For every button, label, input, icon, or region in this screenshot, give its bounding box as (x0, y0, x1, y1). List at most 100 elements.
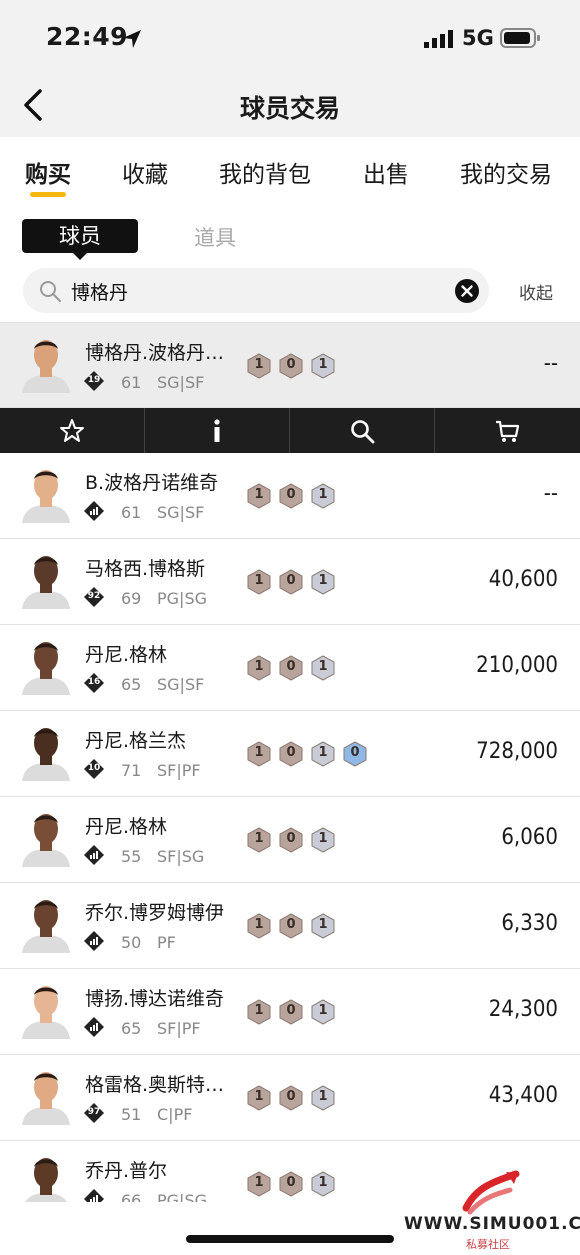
player-name: 乔丹.普尔 (85, 1160, 168, 1182)
tab-backpack[interactable]: 我的背包 (219, 155, 311, 189)
stats-badge-icon (84, 845, 104, 865)
jersey-number: 10 (87, 763, 101, 773)
card-chip-value: 1 (318, 1089, 328, 1104)
player-name: 乔尔.博罗姆博伊 (85, 902, 225, 924)
subtab-players[interactable]: 球员 (22, 219, 138, 260)
card-chip: 1 (310, 999, 336, 1025)
card-chip: 1 (246, 1085, 272, 1111)
player-overall: 69 (121, 589, 142, 608)
player-row[interactable]: 博格丹.波格丹诺维奇 19 61 SG|SF 1 0 1 -- (0, 322, 580, 408)
row-action-bar (0, 408, 580, 453)
watermark-subtext: 私募社区 (466, 1238, 510, 1251)
player-name: 博格丹.波格丹诺维奇 (85, 342, 240, 364)
player-price: -- (543, 481, 558, 506)
player-price: 210,000 (476, 653, 558, 678)
player-name: 马格西.博格斯 (85, 558, 206, 580)
signal-icon (424, 30, 453, 48)
player-position: SF|PF (157, 1019, 201, 1038)
stats-badge-icon (84, 931, 104, 951)
player-price: 6,330 (501, 911, 558, 936)
jersey-badge-icon: 10 (84, 759, 104, 779)
card-chip: 1 (246, 569, 272, 595)
player-position: PF (157, 933, 176, 952)
star-icon (60, 419, 84, 442)
card-chip-value: 1 (318, 831, 328, 846)
card-chip: 0 (278, 741, 304, 767)
card-chip: 1 (310, 1085, 336, 1111)
subtab-items[interactable]: 道具 (194, 222, 236, 252)
player-row[interactable]: 乔尔.博罗姆博伊 50 PF 1 0 1 6,330 (0, 883, 580, 969)
player-row[interactable]: 马格西.博格斯 92 69 PG|SG 1 0 1 40,600 (0, 539, 580, 625)
card-chip: 1 (310, 569, 336, 595)
tab-buy[interactable]: 购买 (25, 155, 71, 189)
player-overall: 55 (121, 847, 142, 866)
star-action-button[interactable] (0, 408, 145, 453)
info-action-button[interactable] (145, 408, 290, 453)
card-chip-value: 1 (254, 1175, 264, 1190)
jersey-number: 19 (87, 375, 101, 385)
status-bar: 22:49 5G (0, 0, 580, 75)
card-chip-value: 0 (286, 1089, 296, 1104)
search-action-button[interactable] (290, 408, 435, 453)
player-row[interactable]: 丹尼.格林 16 65 SG|SF 1 0 1 210,000 (0, 625, 580, 711)
player-avatar (25, 1158, 67, 1202)
active-tab-indicator (30, 192, 66, 197)
player-name: 格雷格.奥斯特塔格 (85, 1074, 240, 1096)
info-icon (214, 419, 220, 442)
card-chip: 0 (278, 353, 304, 379)
player-row[interactable]: B.波格丹诺维奇 61 SG|SF 1 0 1 -- (0, 453, 580, 539)
card-chip: 0 (278, 827, 304, 853)
player-avatar (22, 900, 70, 953)
player-position: SG|SF (157, 675, 205, 694)
card-chip: 0 (342, 741, 368, 767)
watermark-logo-icon (462, 1170, 520, 1215)
status-time: 22:49 (46, 22, 129, 51)
card-chip-value: 1 (254, 573, 264, 588)
player-name: 博扬.博达诺维奇 (85, 988, 225, 1010)
card-chip: 1 (246, 353, 272, 379)
search-icon (351, 420, 375, 444)
card-chip-value: 0 (286, 659, 296, 674)
tab-favorites[interactable]: 收藏 (122, 155, 168, 189)
player-row[interactable]: 博扬.博达诺维奇 65 SF|PF 1 0 1 24,300 (0, 969, 580, 1055)
tab-sell[interactable]: 出售 (363, 155, 409, 189)
card-chip-value: 1 (254, 831, 264, 846)
card-chip: 0 (278, 483, 304, 509)
card-chip-value: 1 (254, 659, 264, 674)
battery-icon (500, 28, 540, 48)
card-chip-value: 1 (318, 1003, 328, 1018)
player-name: B.波格丹诺维奇 (85, 472, 219, 494)
card-chip: 0 (278, 913, 304, 939)
card-chip: 1 (246, 827, 272, 853)
search-input[interactable] (71, 274, 441, 308)
jersey-badge-icon: 16 (84, 673, 104, 693)
card-chip-value: 1 (318, 357, 328, 372)
clear-search-icon[interactable] (455, 279, 479, 303)
cart-action-button[interactable] (435, 408, 580, 453)
player-avatar (22, 340, 70, 393)
card-chip: 1 (310, 353, 336, 379)
player-avatar (22, 556, 70, 609)
card-chip-value: 1 (254, 917, 264, 932)
player-row[interactable]: 格雷格.奥斯特塔格 97 51 C|PF 1 0 1 43,400 (0, 1055, 580, 1141)
player-name: 丹尼.格林 (85, 816, 168, 838)
jersey-badge-icon: 97 (84, 1103, 104, 1123)
watermark-text: WWW.SIMU001.CN (404, 1214, 580, 1234)
card-chip: 1 (246, 655, 272, 681)
player-overall: 71 (121, 761, 142, 780)
jersey-number: 92 (87, 591, 101, 601)
player-row[interactable]: 丹尼.格兰杰 10 71 SF|PF 1 0 1 0 728,000 (0, 711, 580, 797)
player-row[interactable]: 丹尼.格林 55 SF|SG 1 0 1 6,060 (0, 797, 580, 883)
tab-my-trades[interactable]: 我的交易 (460, 155, 552, 189)
player-position: SG|SF (157, 373, 205, 392)
card-chip: 1 (310, 741, 336, 767)
player-avatar (22, 1072, 70, 1125)
player-price: -- (543, 351, 558, 376)
player-name: 丹尼.格林 (85, 644, 168, 666)
card-chip-value: 1 (318, 573, 328, 588)
collapse-button[interactable]: 收起 (519, 279, 553, 304)
player-avatar (22, 470, 70, 523)
player-price: 6,060 (501, 825, 558, 850)
card-chip: 0 (278, 569, 304, 595)
card-chip: 1 (246, 1171, 272, 1197)
